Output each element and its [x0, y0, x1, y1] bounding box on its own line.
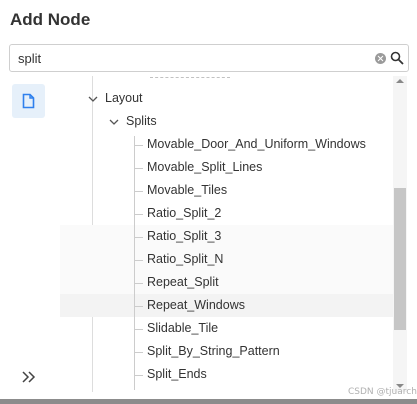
- node-label: Split_Ends: [147, 367, 207, 381]
- list-item[interactable]: Split_Ends: [60, 363, 406, 386]
- node-label: Movable_Split_Lines: [147, 160, 263, 174]
- tree-node-label: Splits: [126, 114, 157, 128]
- tree-connector: [135, 283, 143, 284]
- tree-connector: [135, 306, 143, 307]
- list-item[interactable]: Repeat_Split: [60, 271, 406, 294]
- node-label: Ratio_Split_N: [147, 252, 224, 266]
- node-label: Repeat_Split: [147, 275, 219, 289]
- node-label: Ratio_Split_3: [147, 229, 222, 243]
- search-field[interactable]: split: [9, 44, 409, 72]
- node-list-button[interactable]: [12, 84, 45, 118]
- search-icon[interactable]: [390, 51, 404, 65]
- panel-title: Add Node: [10, 10, 91, 29]
- node-label: Slidable_Tile: [147, 321, 219, 335]
- node-label: Repeat_Windows: [147, 298, 245, 312]
- scrollbar-thumb[interactable]: [394, 188, 406, 330]
- tree-connector: [135, 214, 143, 215]
- tree-connector: [135, 168, 143, 169]
- list-item[interactable]: Movable_Tiles: [60, 179, 406, 202]
- list-item[interactable]: Repeat_Windows: [60, 294, 406, 317]
- tree-node-splits[interactable]: Splits: [60, 110, 406, 133]
- list-item[interactable]: Ratio_Split_3: [60, 225, 406, 248]
- tree-node-layout[interactable]: Layout: [60, 87, 406, 110]
- tree-connector: [135, 375, 143, 376]
- tree-connector: [135, 352, 143, 353]
- chevron-down-icon[interactable]: [109, 117, 119, 127]
- list-item[interactable]: Movable_Door_And_Uniform_Windows: [60, 133, 406, 156]
- tree-connector: [135, 237, 143, 238]
- scroll-up-arrow[interactable]: [396, 79, 404, 83]
- list-item[interactable]: Movable_Split_Lines: [60, 156, 406, 179]
- list-item[interactable]: Slidable_Tile: [60, 317, 406, 340]
- bottom-border: [0, 399, 417, 404]
- chevron-down-icon[interactable]: [88, 94, 98, 104]
- node-tree: Layout Splits Movable_Door_And_Uniform_W…: [60, 76, 406, 392]
- node-label: Split_By_String_Pattern: [147, 344, 280, 358]
- tree-node-label: Layout: [105, 91, 143, 105]
- node-label: Movable_Door_And_Uniform_Windows: [147, 137, 366, 151]
- clear-icon[interactable]: [375, 53, 386, 64]
- list-item[interactable]: Ratio_Split_2: [60, 202, 406, 225]
- list-item[interactable]: Split_By_String_Pattern: [60, 340, 406, 363]
- search-input[interactable]: split: [18, 51, 41, 66]
- tree-connector: [135, 191, 143, 192]
- node-label: Ratio_Split_2: [147, 206, 222, 220]
- tree-connector: [135, 145, 143, 146]
- tree-connector: [135, 329, 143, 330]
- watermark: CSDN @tjuarch: [348, 387, 417, 397]
- tree-connector: [135, 260, 143, 261]
- double-chevron-right-icon[interactable]: [20, 368, 38, 386]
- add-node-panel: Add Node split Layout Splits Movable_Doo…: [0, 0, 417, 404]
- list-item[interactable]: Ratio_Split_N: [60, 248, 406, 271]
- node-label: Movable_Tiles: [147, 183, 228, 197]
- document-icon: [22, 93, 35, 109]
